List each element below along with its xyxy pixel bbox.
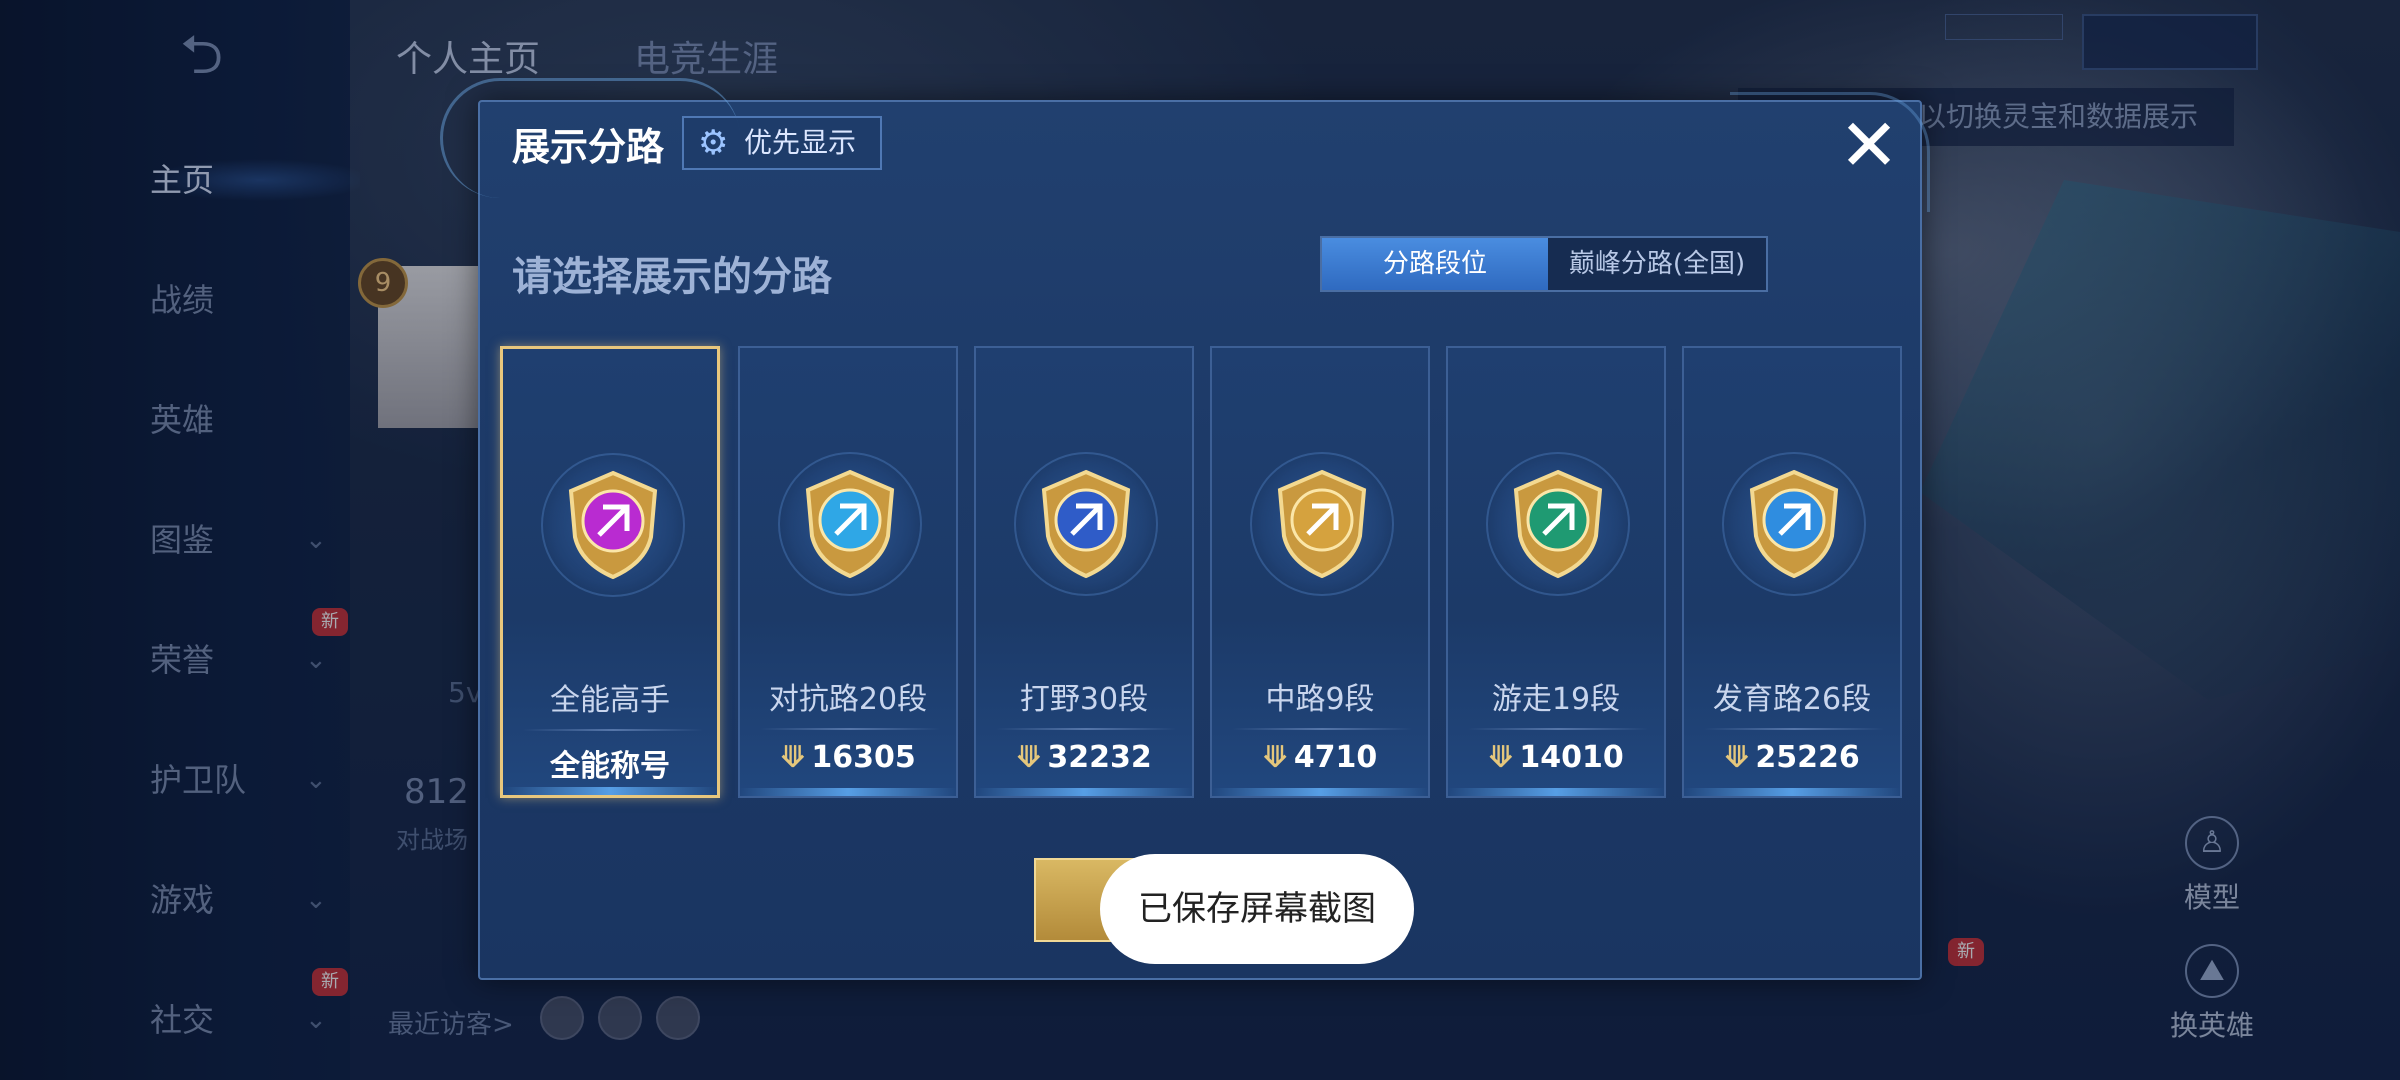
lane-mode-toggle: 分路段位 巅峰分路(全国) — [1320, 236, 1768, 292]
card-glow — [740, 788, 956, 796]
lane-name: 游走19段 — [1491, 682, 1621, 717]
lane-score-row: ⟱ 4710 — [1212, 740, 1428, 775]
lane-score-row: ⟱ 32232 — [976, 740, 1192, 775]
card-glow — [976, 788, 1192, 796]
lane-medal-icon — [805, 469, 895, 579]
close-icon[interactable]: ✕ — [1834, 109, 1904, 181]
lane-score-value: 4710 — [1293, 740, 1378, 775]
lane-medal-icon — [1041, 469, 1131, 579]
select-lane-heading: 请选择展示的分路 — [512, 254, 832, 300]
lane-score-row: ⟱ 16305 — [740, 740, 956, 775]
lane-score-value: 25226 — [1755, 740, 1860, 775]
lane-card[interactable]: 对抗路20段 ⟱ 16305 — [738, 346, 958, 798]
divider — [523, 729, 703, 731]
divider — [1468, 728, 1648, 730]
lane-name: 对抗路20段 — [768, 682, 928, 717]
divider — [1232, 728, 1412, 730]
gear-icon: ⚙ — [698, 123, 729, 163]
lane-score-value: 14010 — [1519, 740, 1624, 775]
rank-points-icon: ⟱ — [1016, 740, 1042, 775]
divider — [996, 728, 1176, 730]
card-glow — [1212, 788, 1428, 796]
card-glow — [1684, 788, 1900, 796]
rank-points-icon: ⟱ — [780, 740, 806, 775]
divider — [760, 728, 940, 730]
rank-points-icon: ⟱ — [1724, 740, 1750, 775]
lane-name: 发育路26段 — [1712, 682, 1872, 717]
lane-card[interactable]: 游走19段 ⟱ 14010 — [1446, 346, 1666, 798]
lane-display-modal: 展示分路 ⚙ 优先显示 ✕ 请选择展示的分路 分路段位 巅峰分路(全国) 全能高… — [440, 78, 1930, 980]
lane-score-row: ⟱ 14010 — [1448, 740, 1664, 775]
lane-medal-icon — [1513, 469, 1603, 579]
lane-name: 打野30段 — [1019, 682, 1149, 717]
lane-medal-icon — [1277, 469, 1367, 579]
toggle-lane-rank[interactable]: 分路段位 — [1322, 238, 1548, 290]
lane-name: 全能高手 — [550, 683, 670, 718]
priority-display-button[interactable]: ⚙ 优先显示 — [682, 116, 882, 170]
lane-score-value: 32232 — [1047, 740, 1152, 775]
divider — [1704, 728, 1884, 730]
lane-score-value: 全能称号 — [550, 749, 670, 784]
modal-title: 展示分路 — [512, 125, 665, 169]
lane-card[interactable]: 全能高手 全能称号 — [500, 346, 720, 798]
card-glow — [1448, 788, 1664, 796]
priority-display-label: 优先显示 — [744, 126, 857, 159]
card-glow — [503, 787, 717, 795]
lane-medal-icon — [568, 470, 658, 580]
lane-card[interactable]: 发育路26段 ⟱ 25226 — [1682, 346, 1902, 798]
rank-points-icon: ⟱ — [1262, 740, 1288, 775]
lane-name: 中路9段 — [1265, 682, 1375, 717]
lane-score-value: 16305 — [811, 740, 916, 775]
rank-points-icon: ⟱ — [1488, 740, 1514, 775]
lane-card[interactable]: 中路9段 ⟱ 4710 — [1210, 346, 1430, 798]
lane-card[interactable]: 打野30段 ⟱ 32232 — [974, 346, 1194, 798]
screenshot-saved-toast: 已保存屏幕截图 — [1100, 854, 1414, 964]
lane-score-row: 全能称号 — [503, 741, 717, 785]
toggle-peak-lane[interactable]: 巅峰分路(全国) — [1548, 238, 1766, 290]
lane-medal-icon — [1749, 469, 1839, 579]
lane-score-row: ⟱ 25226 — [1684, 740, 1900, 775]
